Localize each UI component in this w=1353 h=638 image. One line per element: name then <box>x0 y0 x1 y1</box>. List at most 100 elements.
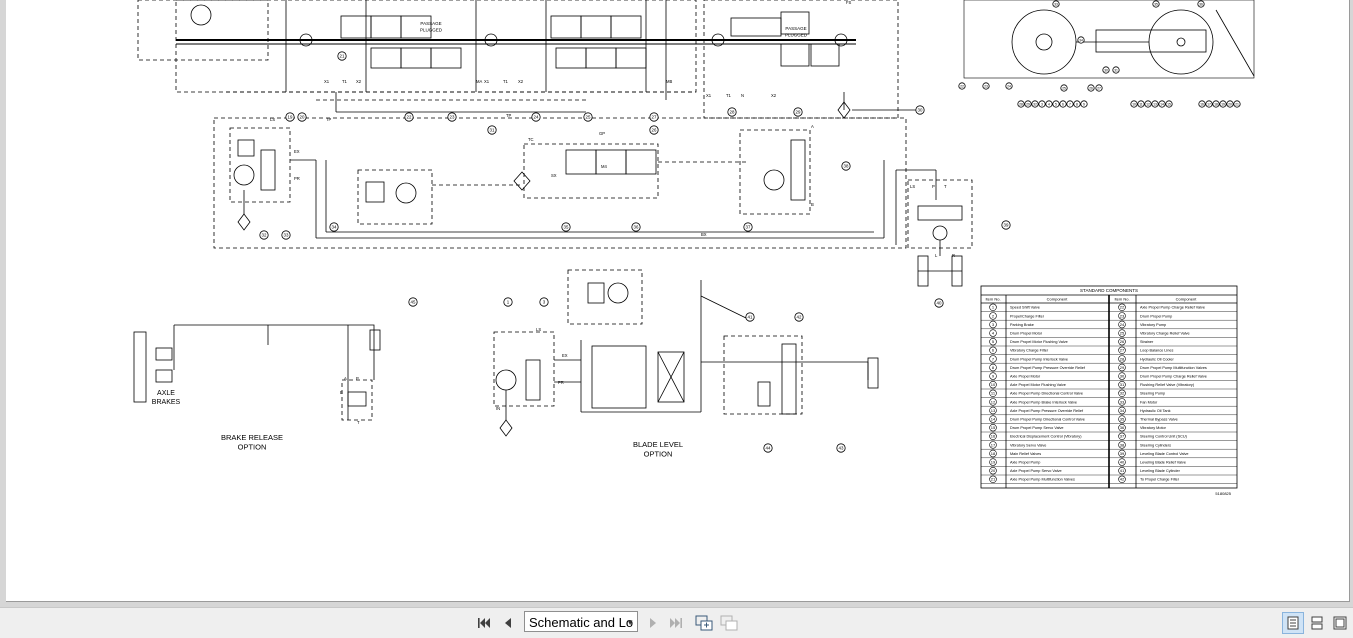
first-page-icon[interactable] <box>474 613 494 633</box>
callout-number: 27 <box>652 115 657 120</box>
port-label: TP <box>506 113 512 118</box>
port-label: X2 <box>771 93 777 98</box>
component-name: Drum Propel Pump <box>1140 314 1172 318</box>
port-label: T <box>357 420 360 425</box>
callout-number: 37 <box>746 225 751 230</box>
previous-page-icon[interactable] <box>498 613 518 633</box>
item-number: 39 <box>1120 451 1125 456</box>
table-title: STANDARD COMPONENTS <box>1080 288 1138 293</box>
machine-callout-number: 18 <box>1214 102 1218 106</box>
machine-callout-number: 27 <box>1097 86 1101 90</box>
component-name: Speed Shift Valve <box>1010 306 1040 310</box>
callout-number: 35 <box>564 225 569 230</box>
component-name: Drum Propel Motor <box>1010 332 1043 336</box>
callout-number: 29 <box>796 110 801 115</box>
component-name: Parking Brake <box>1010 323 1034 327</box>
next-page-icon[interactable] <box>643 613 663 633</box>
machine-callout-number: 36 <box>1199 2 1203 6</box>
machine-callout-number: 14 <box>1160 102 1164 106</box>
item-number: 42 <box>1120 477 1125 482</box>
component-name: Loop Balance Lines <box>1140 349 1173 353</box>
callout-number: 42 <box>797 315 802 320</box>
component-name: To Propel Charge Filter <box>1140 478 1180 482</box>
port-label: A <box>344 376 347 381</box>
callout-number: 21 <box>340 54 345 59</box>
passage-plugged-label: PASSAGE <box>420 21 441 26</box>
port-label: MA <box>476 79 482 84</box>
port-label: X1 <box>484 79 490 84</box>
machine-callout-number: 16 <box>1200 102 1204 106</box>
callout-number: 25 <box>586 115 591 120</box>
component-name: Drum Propel Pump Multifunction Valves <box>1140 366 1207 370</box>
two-page-view-icon[interactable] <box>1306 612 1328 634</box>
machine-callout-number: 19 <box>1221 102 1225 106</box>
port-label: LS <box>910 184 915 189</box>
component-name: Drum Propel Pump Directional Control Val… <box>1010 418 1085 422</box>
callout-number: 41 <box>748 315 753 320</box>
item-number: 33 <box>1120 399 1125 404</box>
port-label: SX <box>551 173 557 178</box>
port-label: M4 <box>601 164 607 169</box>
document-viewer[interactable]: STANDARD COMPONENTS Item No. Component Item… <box>0 0 1353 607</box>
component-name: Steering Control Unit (SCU) <box>1140 435 1188 439</box>
callout-number: 36 <box>634 225 639 230</box>
component-name: Hydraulic Oil Tank <box>1140 409 1171 413</box>
callout-number: 31 <box>490 128 495 133</box>
callout-number: 38 <box>844 164 849 169</box>
component-name: Vibratory Charge Filter <box>1010 349 1049 353</box>
port-label: PR <box>558 380 564 385</box>
machine-callout-number: 34 <box>1079 38 1083 42</box>
insert-page-icon[interactable] <box>694 613 714 633</box>
callout-number: 30 <box>918 108 923 113</box>
item-number: 25 <box>1120 331 1125 336</box>
item-number: 10 <box>991 382 996 387</box>
drawing-number: 5180825 <box>1215 491 1231 496</box>
port-label: X2 <box>356 79 362 84</box>
chevron-down-icon: ▼ <box>626 618 634 627</box>
blade-level-option-label: BLADE LEVEL <box>633 440 683 449</box>
port-label: MB <box>666 79 672 84</box>
machine-callout-number: 10 <box>1132 102 1136 106</box>
port-label: T1 <box>503 79 509 84</box>
machine-callout-number: 4 <box>1048 102 1050 106</box>
callout-number: 34 <box>332 225 337 230</box>
callout-number: 26 <box>652 128 657 133</box>
component-name: Drum Propel Motor Flushing Valve <box>1010 340 1068 344</box>
machine-callout-number: 6 <box>1062 102 1064 106</box>
axle-brakes-label: AXLE <box>157 390 175 397</box>
viewer-toolbar: Schematic and Lo ▼ <box>0 607 1353 638</box>
sheet-selector[interactable]: Schematic and Lo ▼ <box>524 611 638 632</box>
component-name: Axle Propel Pump Servo Valve <box>1010 469 1062 473</box>
item-number: 30 <box>1120 374 1125 379</box>
table-header: Component <box>1047 297 1069 302</box>
item-number: 27 <box>1120 348 1125 353</box>
component-name: Axle Propel Pump Charge Relief Valve <box>1140 306 1205 310</box>
component-name: Hydraulic Oil Cooler <box>1140 357 1174 361</box>
item-number: 35 <box>1120 417 1125 422</box>
item-number: 24 <box>1120 322 1125 327</box>
port-label: X1 <box>324 79 330 84</box>
port-label: EX <box>294 149 300 154</box>
callout-number: 33 <box>284 233 289 238</box>
component-name: Leveling Blade Control Valve <box>1140 452 1188 456</box>
fit-view-icon[interactable] <box>1329 612 1351 634</box>
axle-brakes-label: BRAKES <box>152 399 181 406</box>
last-page-icon[interactable] <box>666 613 686 633</box>
item-number: 12 <box>991 399 996 404</box>
single-page-view-icon[interactable] <box>1282 612 1304 634</box>
port-label: P <box>932 184 935 189</box>
component-name: Fan Motor <box>1140 400 1158 404</box>
valve-block-outline <box>175 0 697 93</box>
machine-callout-number: 32 <box>1033 102 1037 106</box>
callout-number: 20 <box>300 115 305 120</box>
port-label: N <box>741 93 744 98</box>
item-number: 38 <box>1120 442 1125 447</box>
port-label: B <box>340 390 343 395</box>
passage-plugged-label: PLUGGED <box>420 28 443 33</box>
machine-callout-number: 29 <box>1026 102 1030 106</box>
port-label: IN <box>496 406 500 411</box>
port-label: PR <box>294 176 300 181</box>
delete-page-icon[interactable] <box>719 613 739 633</box>
port-label: B <box>811 202 814 207</box>
brake-release-option-label: OPTION <box>238 443 267 452</box>
